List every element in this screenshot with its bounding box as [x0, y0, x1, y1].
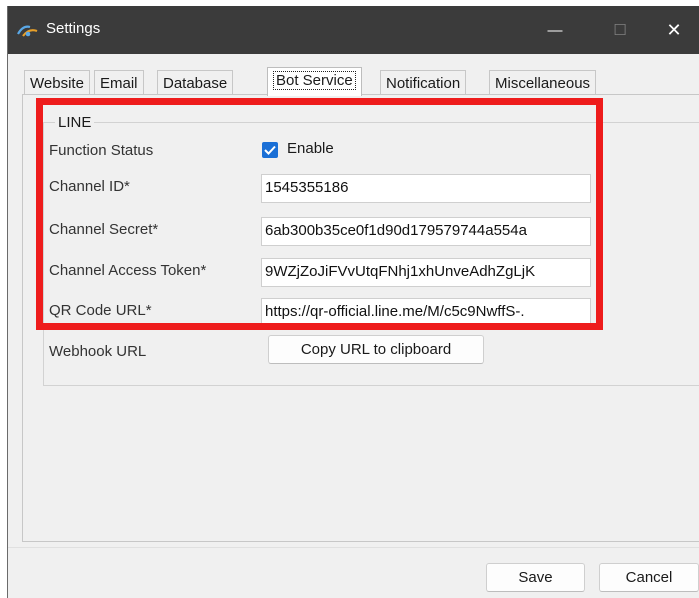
channel-secret-label: Channel Secret*: [49, 221, 159, 238]
tab-website[interactable]: Website: [24, 70, 90, 95]
copy-url-button[interactable]: Copy URL to clipboard: [268, 335, 484, 364]
close-button[interactable]: ✕: [646, 6, 699, 54]
tab-email[interactable]: Email: [94, 70, 144, 95]
qr-code-url-field[interactable]: https://qr-official.line.me/M/c5c9NwffS-…: [261, 298, 591, 327]
channel-secret-field[interactable]: 6ab300b35ce0f1d90d179579744a554a: [261, 217, 591, 246]
tab-bot-service[interactable]: Bot Service: [267, 67, 362, 96]
enable-label[interactable]: Enable: [287, 140, 334, 157]
function-status-label: Function Status: [49, 142, 154, 159]
qr-code-url-label: QR Code URL*: [49, 302, 152, 319]
maximize-icon: ☐: [613, 22, 627, 39]
checkmark-icon: [264, 145, 276, 155]
line-group-title: LINE: [55, 114, 95, 131]
tab-notification[interactable]: Notification: [380, 70, 467, 95]
cancel-button[interactable]: Cancel: [599, 563, 699, 592]
title-bar[interactable]: Settings — ☐ ✕: [8, 6, 699, 54]
channel-id-label: Channel ID*: [49, 178, 130, 195]
minimize-icon: —: [547, 21, 563, 39]
minimize-button[interactable]: —: [527, 6, 583, 54]
webhook-url-label: Webhook URL: [49, 343, 147, 360]
channel-id-field[interactable]: 1545355186: [261, 174, 591, 203]
close-icon: ✕: [666, 19, 682, 40]
tab-database[interactable]: Database: [157, 70, 234, 95]
app-logo-icon: [17, 25, 38, 37]
settings-window: Settings — ☐ ✕ Website Email Database Bo…: [7, 6, 699, 598]
channel-access-token-field[interactable]: 9WZjZoJiFVvUtqFNhj1xhUnveAdhZgLjK: [261, 258, 591, 287]
maximize-button[interactable]: ☐: [592, 6, 648, 54]
save-button[interactable]: Save: [486, 563, 585, 592]
tab-miscellaneous[interactable]: Miscellaneous: [489, 70, 597, 95]
enable-checkbox[interactable]: [262, 142, 278, 158]
channel-access-token-label: Channel Access Token*: [49, 262, 207, 279]
footer-divider: [8, 547, 699, 548]
window-title: Settings: [46, 20, 101, 37]
